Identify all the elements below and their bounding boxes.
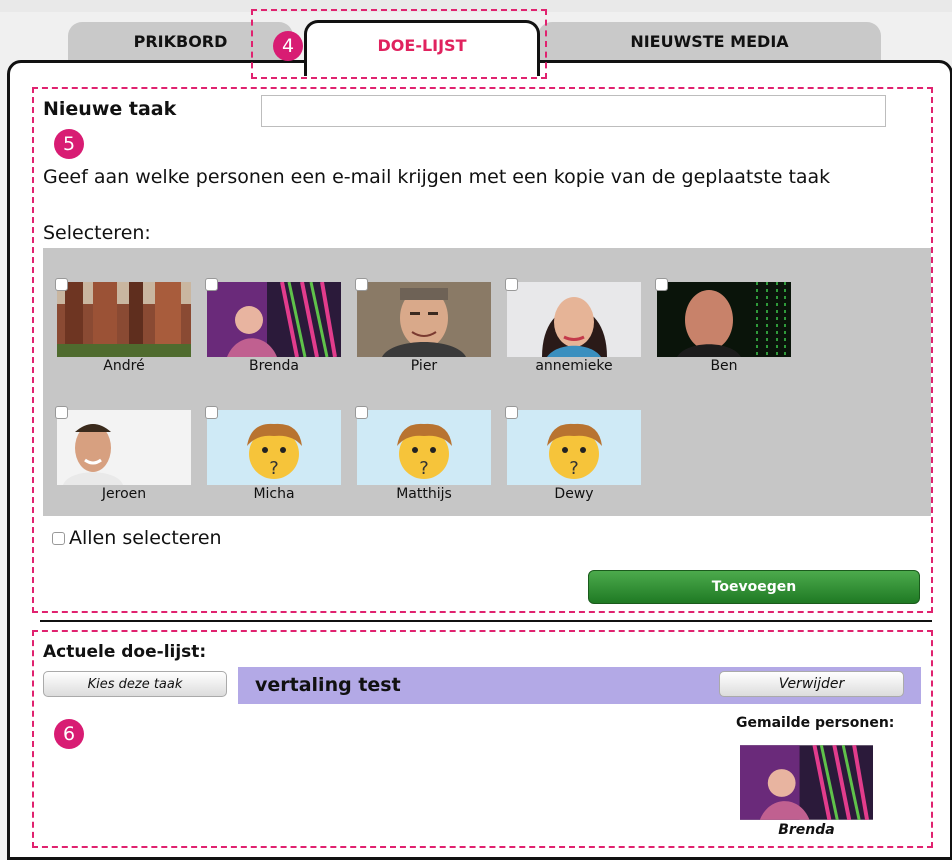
- default-avatar-icon: ?: [357, 410, 491, 485]
- person-checkbox[interactable]: [55, 406, 68, 419]
- svg-text:?: ?: [569, 458, 579, 479]
- forest-photo-icon: [57, 282, 191, 357]
- choose-task-button[interactable]: Kies deze taak: [43, 671, 227, 697]
- person-name: André: [103, 358, 145, 374]
- svg-text:?: ?: [419, 458, 429, 479]
- tab-doe-lijst[interactable]: DOE-LIJST: [304, 20, 540, 76]
- person-checkbox[interactable]: [55, 278, 68, 291]
- person-name: Ben: [710, 358, 738, 374]
- person-photo-icon: [57, 410, 191, 485]
- person-name: Micha: [253, 486, 295, 502]
- person-checkbox[interactable]: [505, 278, 518, 291]
- person-photo-icon: [357, 282, 491, 357]
- person-checkbox[interactable]: [205, 406, 218, 419]
- person-photo-icon: [207, 282, 341, 357]
- person-name: Dewy: [554, 486, 594, 502]
- person-name: annemieke: [535, 358, 613, 374]
- person-photo-icon: [507, 282, 641, 357]
- top-strip: [0, 0, 952, 12]
- delete-task-button[interactable]: Verwijder: [719, 671, 904, 697]
- new-task-label: Nieuwe taak: [43, 98, 177, 120]
- task-title: vertaling test: [255, 674, 401, 696]
- emailed-person-name: Brenda: [778, 822, 835, 838]
- annotation-badge-5: 5: [54, 129, 84, 159]
- person-card-jeroen[interactable]: Jeroen: [55, 406, 191, 510]
- person-photo-icon: [657, 282, 791, 357]
- emailed-people-label: Gemailde personen:: [736, 715, 895, 731]
- person-checkbox[interactable]: [355, 406, 368, 419]
- annotation-badge-6: 6: [54, 719, 84, 749]
- current-list-label: Actuele doe-lijst:: [43, 642, 207, 662]
- person-card-annemieke[interactable]: annemieke: [505, 278, 641, 382]
- person-card-micha[interactable]: ? Micha: [205, 406, 341, 510]
- svg-text:?: ?: [269, 458, 279, 479]
- person-checkbox[interactable]: [505, 406, 518, 419]
- person-checkbox[interactable]: [355, 278, 368, 291]
- select-label: Selecteren:: [43, 222, 151, 244]
- person-name: Pier: [410, 358, 438, 374]
- person-name: Matthijs: [396, 486, 452, 502]
- person-card-matthijs[interactable]: ? Matthijs: [355, 406, 491, 510]
- person-card-dewy[interactable]: ? Dewy: [505, 406, 641, 510]
- person-checkbox[interactable]: [655, 278, 668, 291]
- default-avatar-icon: ?: [507, 410, 641, 485]
- people-grid: André Brenda Pier annemieke Ben Jeroen ?…: [43, 248, 931, 516]
- person-name: Jeroen: [101, 486, 147, 502]
- person-card-brenda[interactable]: Brenda: [205, 278, 341, 382]
- annotation-badge-4: 4: [273, 31, 303, 61]
- person-checkbox[interactable]: [205, 278, 218, 291]
- add-task-button[interactable]: Toevoegen: [588, 570, 920, 604]
- select-all-checkbox[interactable]: [52, 532, 65, 545]
- person-name: Brenda: [248, 358, 299, 374]
- section-divider: [40, 620, 932, 622]
- person-card-andre[interactable]: André: [55, 278, 191, 382]
- person-photo-icon: [740, 745, 873, 820]
- default-avatar-icon: ?: [207, 410, 341, 485]
- person-card-ben[interactable]: Ben: [655, 278, 791, 382]
- new-task-input[interactable]: [261, 95, 886, 127]
- select-all-label[interactable]: Allen selecteren: [69, 527, 222, 549]
- email-instruction: Geef aan welke personen een e-mail krijg…: [43, 166, 831, 188]
- person-card-pier[interactable]: Pier: [355, 278, 491, 382]
- emailed-person-brenda: Brenda: [740, 745, 873, 845]
